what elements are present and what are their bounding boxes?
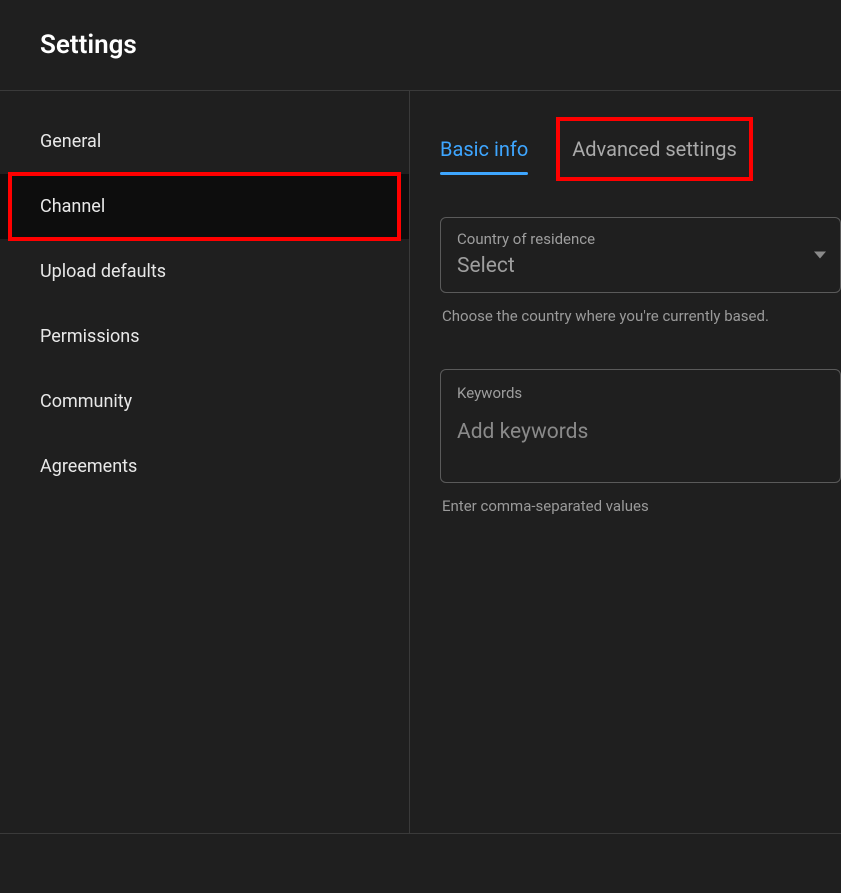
chevron-down-icon bbox=[814, 252, 826, 259]
country-select[interactable]: Country of residence Select bbox=[440, 217, 841, 293]
tab-label: Basic info bbox=[440, 137, 528, 161]
settings-header: Settings bbox=[0, 0, 841, 91]
sidebar-item-community[interactable]: Community bbox=[0, 369, 409, 434]
footer-divider bbox=[0, 833, 841, 893]
keywords-placeholder: Add keywords bbox=[457, 420, 824, 444]
sidebar-item-upload-defaults[interactable]: Upload defaults bbox=[0, 239, 409, 304]
tab-advanced-settings-wrap: Advanced settings bbox=[562, 121, 747, 177]
sidebar-item-permissions[interactable]: Permissions bbox=[0, 304, 409, 369]
keywords-label: Keywords bbox=[457, 384, 824, 402]
tab-basic-info[interactable]: Basic info bbox=[440, 125, 528, 173]
sidebar-item-label: Channel bbox=[40, 196, 105, 217]
tab-label: Advanced settings bbox=[572, 137, 737, 161]
form-area: Country of residence Select Choose the c… bbox=[440, 217, 841, 515]
sidebar-item-label: Upload defaults bbox=[40, 261, 166, 282]
sidebar-item-label: General bbox=[40, 131, 101, 152]
sidebar-item-agreements[interactable]: Agreements bbox=[0, 434, 409, 499]
tab-advanced-settings[interactable]: Advanced settings bbox=[572, 125, 737, 173]
country-helper: Choose the country where you're currentl… bbox=[440, 307, 841, 325]
main-panel: Basic info Advanced settings Country of … bbox=[410, 91, 841, 833]
tab-bar: Basic info Advanced settings bbox=[440, 121, 841, 177]
sidebar-item-label: Permissions bbox=[40, 326, 140, 347]
country-value: Select bbox=[457, 254, 824, 278]
country-label: Country of residence bbox=[457, 230, 824, 248]
settings-sidebar: General Channel Upload defaults Permissi… bbox=[0, 91, 410, 833]
sidebar-item-label: Community bbox=[40, 391, 132, 412]
sidebar-item-channel[interactable]: Channel bbox=[0, 174, 409, 239]
page-title: Settings bbox=[40, 30, 801, 60]
sidebar-item-general[interactable]: General bbox=[0, 109, 409, 174]
keywords-input[interactable]: Keywords Add keywords bbox=[440, 369, 841, 483]
keywords-helper: Enter comma-separated values bbox=[440, 497, 841, 515]
sidebar-item-label: Agreements bbox=[40, 456, 137, 477]
